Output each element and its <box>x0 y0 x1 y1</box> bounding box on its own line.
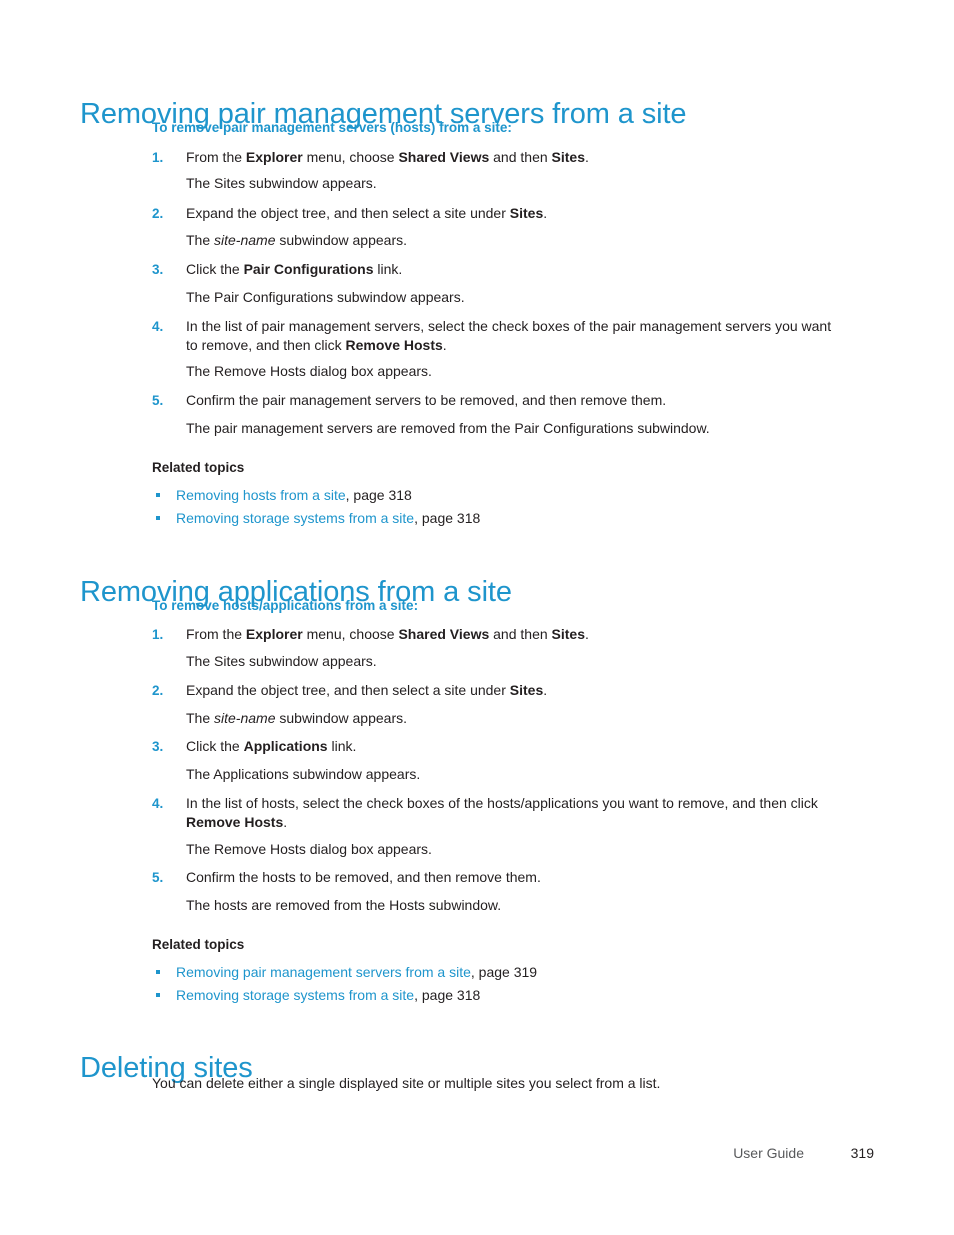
related-topic-link[interactable]: Removing storage systems from a site <box>176 987 414 1003</box>
step-item: 2. Expand the object tree, and then sele… <box>152 204 842 223</box>
step-result: The Applications subwindow appears. <box>186 766 421 782</box>
step-text: Expand the object tree, and then select … <box>186 682 548 698</box>
step-number: 5. <box>152 870 164 885</box>
step-item: 3. Click the Pair Configurations link. <box>152 260 842 279</box>
bullet-icon <box>156 516 160 520</box>
step-number: 4. <box>152 319 164 334</box>
related-topic-page: , page 318 <box>414 987 481 1003</box>
step-number: 2. <box>152 206 164 221</box>
step-text: Confirm the pair management servers to b… <box>186 392 667 408</box>
related-topic-page: , page 319 <box>470 964 538 980</box>
related-topic-item[interactable]: Removing storage systems from a site, pa… <box>152 509 842 528</box>
step-item: 4. In the list of hosts, select the chec… <box>152 794 842 832</box>
related-topic-link[interactable]: Removing pair management servers from a … <box>176 964 471 980</box>
step-number: 2. <box>152 683 164 698</box>
step-number: 4. <box>152 796 164 811</box>
step-result: The hosts are removed from the Hosts sub… <box>186 897 502 913</box>
deleting-sites-body: You can delete either a single displayed… <box>152 1075 661 1091</box>
step-item: 5. Confirm the pair management servers t… <box>152 391 842 410</box>
step-item: 5. Confirm the hosts to be removed, and … <box>152 868 842 887</box>
step-item: 1. From the Explorer menu, choose Shared… <box>152 148 842 167</box>
step-text: From the Explorer menu, choose Shared Vi… <box>186 626 589 642</box>
step-item: 2. Expand the object tree, and then sele… <box>152 681 842 700</box>
related-topic-item[interactable]: Removing pair management servers from a … <box>152 963 842 982</box>
related-topic-page: , page 318 <box>345 487 412 503</box>
step-text: In the list of hosts, select the check b… <box>186 795 818 830</box>
related-topic-page: , page 318 <box>414 510 481 526</box>
step-number: 5. <box>152 393 164 408</box>
subheading-to-remove-hosts-applications: To remove hosts/applications from a site… <box>152 598 419 613</box>
bullet-icon <box>156 970 160 974</box>
bullet-icon <box>156 493 160 497</box>
step-result: The Pair Configurations subwindow appear… <box>186 289 465 305</box>
related-topics-label: Related topics <box>152 460 245 475</box>
step-result: The Sites subwindow appears. <box>186 653 377 669</box>
step-result: The Remove Hosts dialog box appears. <box>186 363 432 379</box>
step-text: Click the Pair Configurations link. <box>186 261 403 277</box>
step-item: 1. From the Explorer menu, choose Shared… <box>152 625 842 644</box>
document-page: Removing pair management servers from a … <box>0 0 954 1235</box>
step-text: Confirm the hosts to be removed, and the… <box>186 869 541 885</box>
step-number: 3. <box>152 739 164 754</box>
page-footer: User Guide 319 <box>0 1145 954 1167</box>
step-text: Click the Applications link. <box>186 738 357 754</box>
related-topic-item[interactable]: Removing hosts from a site, page 318 <box>152 486 842 505</box>
step-text: Expand the object tree, and then select … <box>186 205 548 221</box>
step-number: 3. <box>152 262 164 277</box>
step-number: 1. <box>152 627 164 642</box>
step-result: The Sites subwindow appears. <box>186 175 377 191</box>
step-result: The site-name subwindow appears. <box>186 710 408 726</box>
step-result: The pair management servers are removed … <box>186 420 710 436</box>
footer-page-number: 319 <box>850 1145 874 1161</box>
footer-guide-label: User Guide <box>733 1145 804 1161</box>
step-result: The Remove Hosts dialog box appears. <box>186 841 432 857</box>
step-item: 4. In the list of pair management server… <box>152 317 842 355</box>
related-topic-link[interactable]: Removing hosts from a site <box>176 487 346 503</box>
step-text: From the Explorer menu, choose Shared Vi… <box>186 149 589 165</box>
step-result: The site-name subwindow appears. <box>186 232 408 248</box>
step-item: 3. Click the Applications link. <box>152 737 842 756</box>
bullet-icon <box>156 993 160 997</box>
related-topic-item[interactable]: Removing storage systems from a site, pa… <box>152 986 842 1005</box>
step-text: In the list of pair management servers, … <box>186 318 832 353</box>
step-number: 1. <box>152 150 164 165</box>
related-topic-link[interactable]: Removing storage systems from a site <box>176 510 414 526</box>
related-topics-label: Related topics <box>152 937 245 952</box>
subheading-to-remove-pair-management-servers: To remove pair management servers (hosts… <box>152 120 512 135</box>
